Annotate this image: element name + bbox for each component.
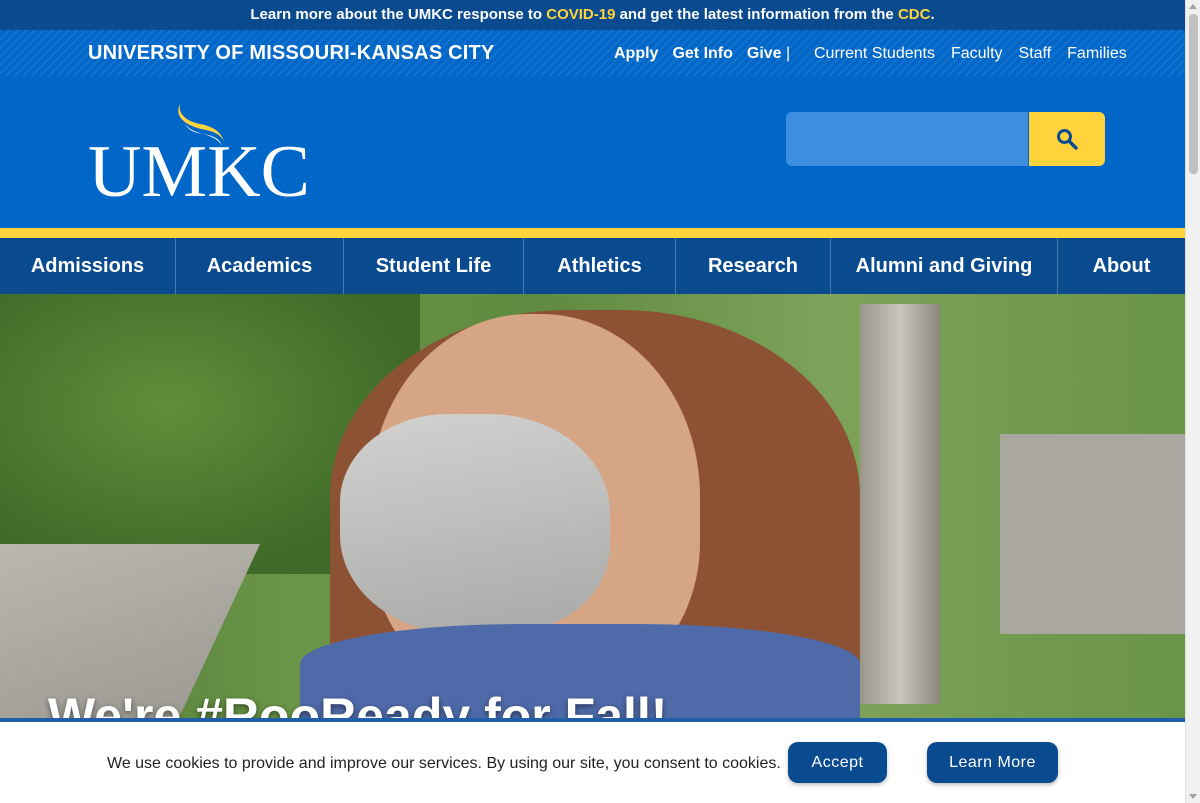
cookie-message: We use cookies to provide and improve ou… [107,755,781,772]
get-info-link[interactable]: Get Info [672,44,732,64]
umkc-logo[interactable]: UMKC [88,102,310,213]
cdc-link[interactable]: CDC [898,6,931,23]
scrollbar-thumb[interactable] [1189,14,1198,174]
cookie-banner: We use cookies to provide and improve ou… [0,718,1185,803]
covid-alert-bar: Learn more about the UMKC response to CO… [0,0,1185,30]
hero-face-mask [340,414,610,634]
nav-academics[interactable]: Academics [176,238,344,294]
utility-separator: | [786,45,791,62]
search-input[interactable] [786,112,1028,166]
scroll-down-arrow-icon[interactable] [1189,794,1197,799]
current-students-link[interactable]: Current Students [814,44,935,64]
nav-about[interactable]: About [1058,238,1185,294]
site-name[interactable]: UNIVERSITY OF MISSOURI-KANSAS CITY [88,41,494,65]
hero-path-right [1000,434,1185,634]
covid-19-link[interactable]: COVID-19 [546,6,615,23]
nav-athletics[interactable]: Athletics [524,238,676,294]
umkc-logo-graphic: UMKC [88,104,310,213]
nav-research[interactable]: Research [676,238,831,294]
learn-more-button[interactable]: Learn More [927,742,1058,783]
staff-link[interactable]: Staff [1019,44,1052,64]
alert-text-middle: and get the latest information from the [615,6,898,23]
families-link[interactable]: Families [1067,44,1127,64]
give-link[interactable]: Give [747,44,782,64]
search-button[interactable] [1029,112,1105,166]
apply-link[interactable]: Apply [614,44,658,64]
logo-wordmark: UMKC [88,131,310,202]
alert-text-before: Learn more about the UMKC response to [250,6,547,23]
utility-nav-audience: Current Students Faculty Staff Families [814,44,1143,64]
hero-video[interactable]: We're #RooReady for Fall! [0,294,1185,724]
alert-text-end: . [930,6,935,23]
main-nav: Admissions Academics Student Life Athlet… [0,238,1185,294]
page-scrollbar[interactable] [1185,0,1200,803]
nav-alumni-and-giving[interactable]: Alumni and Giving [831,238,1058,294]
search-icon [1057,129,1078,150]
nav-admissions[interactable]: Admissions [0,238,176,294]
faculty-link[interactable]: Faculty [951,44,1003,64]
accept-cookies-button[interactable]: Accept [788,742,887,783]
gold-divider [0,228,1185,238]
utility-nav-primary: Apply Get Info Give [614,44,796,64]
nav-student-life[interactable]: Student Life [344,238,524,294]
site-header: UNIVERSITY OF MISSOURI-KANSAS CITY Apply… [0,30,1185,228]
scroll-up-arrow-icon[interactable] [1189,4,1197,9]
hero-tree-trunk [860,304,940,704]
